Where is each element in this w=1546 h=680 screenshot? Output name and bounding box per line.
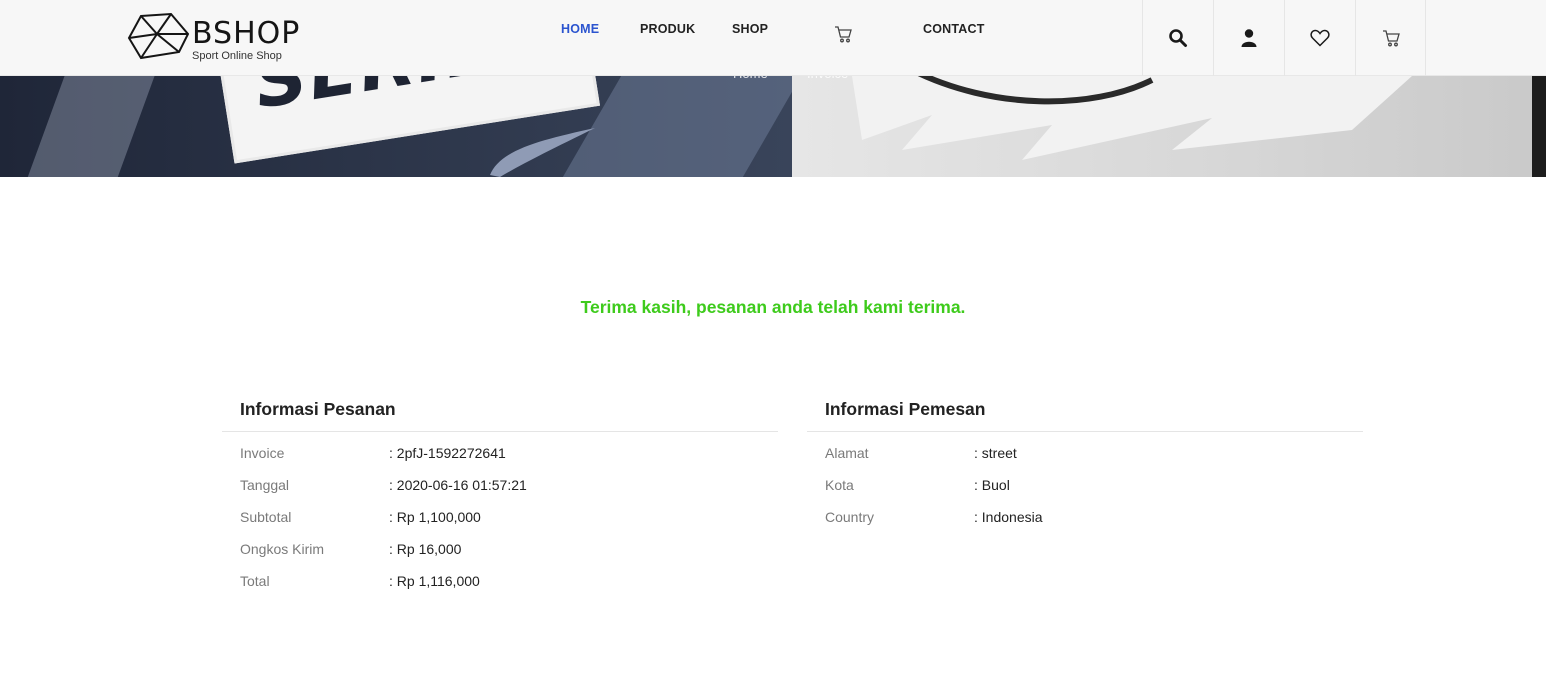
- info-row-subtotal: Subtotal : Rp 1,100,000: [222, 496, 778, 528]
- info-label: Ongkos Kirim: [240, 541, 325, 557]
- nav-home[interactable]: HOME: [561, 22, 599, 36]
- logo-name: BSHOP: [192, 16, 301, 51]
- nav-cart-icon[interactable]: [833, 24, 853, 44]
- info-value: : 2pfJ-1592272641: [389, 445, 506, 461]
- info-row-country: Country : Indonesia: [807, 496, 1363, 528]
- wishlist-button[interactable]: [1284, 0, 1355, 76]
- logo-gem-icon: [127, 12, 189, 60]
- search-button[interactable]: [1142, 0, 1213, 76]
- user-icon: [1241, 29, 1257, 47]
- info-row-city: Kota : Buol: [807, 464, 1363, 496]
- nav-shop[interactable]: SHOP: [732, 22, 768, 36]
- customer-info-panel: Informasi Pemesan Alamat : street Kota :…: [807, 395, 1363, 528]
- cart-button[interactable]: [1355, 0, 1426, 76]
- nav-contact[interactable]: CONTACT: [923, 22, 985, 36]
- info-value: : Buol: [974, 477, 1010, 493]
- info-label: Total: [240, 573, 270, 589]
- account-button[interactable]: [1213, 0, 1284, 76]
- order-info-title: Informasi Pesanan: [240, 399, 396, 419]
- info-row-date: Tanggal : 2020-06-16 01:57:21: [222, 464, 778, 496]
- order-success-message: Terima kasih, pesanan anda telah kami te…: [580, 297, 966, 317]
- info-label: Country: [825, 509, 875, 525]
- nav-produk[interactable]: PRODUK: [640, 22, 695, 36]
- info-row-shipping: Ongkos Kirim : Rp 16,000: [222, 528, 778, 560]
- swoosh-logo-icon: [490, 128, 595, 177]
- info-label: Tanggal: [240, 477, 290, 493]
- info-value: : Rp 1,100,000: [389, 509, 481, 525]
- info-label: Invoice: [240, 445, 285, 461]
- info-value: : Rp 1,116,000: [389, 573, 480, 589]
- order-info-panel: Informasi Pesanan Invoice : 2pfJ-1592272…: [222, 395, 778, 592]
- cart-icon: [1382, 30, 1400, 47]
- info-label: Alamat: [825, 445, 869, 461]
- info-row-address: Alamat : street: [807, 432, 1363, 464]
- info-value: : Indonesia: [974, 509, 1043, 525]
- info-row-invoice: Invoice : 2pfJ-1592272641: [222, 432, 778, 464]
- info-row-total: Total : Rp 1,116,000: [222, 560, 778, 592]
- search-icon: [1169, 29, 1187, 47]
- info-value: : Rp 16,000: [389, 541, 462, 557]
- info-value: : 2020-06-16 01:57:21: [389, 477, 527, 493]
- site-header: BSHOP Sport Online Shop HOME PRODUK SHOP…: [0, 0, 1546, 76]
- info-label: Subtotal: [240, 509, 292, 525]
- info-value: : street: [974, 445, 1017, 461]
- heart-icon: [1310, 29, 1330, 47]
- info-label: Kota: [825, 477, 854, 493]
- site-logo[interactable]: BSHOP Sport Online Shop: [127, 10, 337, 64]
- customer-info-title: Informasi Pemesan: [825, 399, 986, 419]
- logo-tagline: Sport Online Shop: [192, 50, 282, 62]
